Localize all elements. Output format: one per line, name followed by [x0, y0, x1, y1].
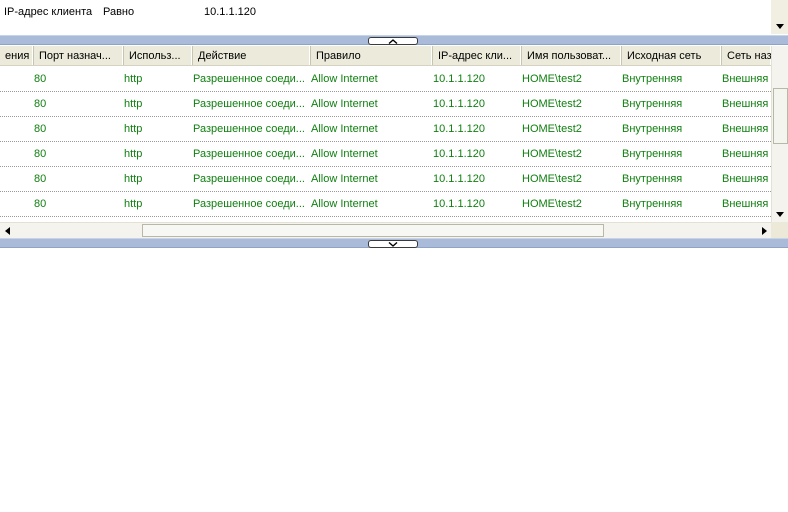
table-cell: 80 [34, 73, 47, 85]
table-cell: 10.1.1.120 [433, 73, 485, 85]
table-cell: HOME\test2 [522, 123, 582, 135]
table-cell: http [124, 123, 143, 135]
table-cell: Внешняя [722, 198, 769, 210]
column-header[interactable]: ения [0, 46, 34, 65]
table-cell: HOME\test2 [522, 98, 582, 110]
table-cell: Внутренняя [622, 173, 683, 185]
table-cell: http [124, 148, 143, 160]
table-cell: Внутренняя [622, 123, 683, 135]
column-header[interactable]: Правило [311, 46, 433, 65]
filter-scrollbar[interactable] [771, 0, 788, 34]
filter-panel: IP-адрес клиента Равно 10.1.1.120 [0, 0, 788, 34]
table-cell: Внутренняя [622, 98, 683, 110]
splitter-top[interactable] [0, 35, 788, 45]
table-row[interactable]: 80 http Разрешенное соеди... Allow Inter… [0, 117, 771, 142]
table-cell: HOME\test2 [522, 73, 582, 85]
column-header[interactable]: IP-адрес кли... [433, 46, 522, 65]
column-header[interactable]: Имя пользоват... [522, 46, 622, 65]
table-cell: 10.1.1.120 [433, 123, 485, 135]
table-cell: http [124, 98, 143, 110]
table-cell: 80 [34, 148, 47, 160]
table-row[interactable]: 80 http Разрешенное соеди... Allow Inter… [0, 142, 771, 167]
grid-header: ения Порт назнач... Использ... Действие … [0, 46, 771, 66]
scrollbar-corner [771, 222, 788, 238]
table-cell: Внутренняя [622, 148, 683, 160]
table-cell: Внешняя [722, 148, 769, 160]
table-cell: 80 [34, 98, 47, 110]
table-row[interactable]: 80 http Разрешенное соеди... Allow Inter… [0, 167, 771, 192]
table-cell: HOME\test2 [522, 148, 582, 160]
chevron-up-icon[interactable] [368, 37, 418, 45]
table-row[interactable]: 80 http Разрешенное соеди... Allow Inter… [0, 192, 771, 217]
arrow-right-icon[interactable] [757, 223, 771, 238]
column-header[interactable]: Исходная сеть [622, 46, 722, 65]
table-cell: 80 [34, 123, 47, 135]
table-cell: 80 [34, 198, 47, 210]
log-grid: ения Порт назнач... Использ... Действие … [0, 46, 788, 238]
arrow-left-icon[interactable] [0, 223, 14, 238]
table-cell: HOME\test2 [522, 198, 582, 210]
arrow-down-icon[interactable] [772, 206, 788, 222]
table-cell: Разрешенное соеди... [193, 173, 305, 185]
table-cell: Разрешенное соеди... [193, 148, 305, 160]
filter-condition[interactable]: Равно [103, 5, 134, 19]
grid-horizontal-scrollbar[interactable] [0, 222, 771, 238]
table-cell: Внешняя [722, 173, 769, 185]
table-cell: HOME\test2 [522, 173, 582, 185]
table-cell: http [124, 73, 143, 85]
arrow-down-icon[interactable] [771, 18, 788, 34]
table-cell: http [124, 173, 143, 185]
column-header[interactable]: Порт назнач... [34, 46, 124, 65]
table-row[interactable]: 80 http Разрешенное соеди... Allow Inter… [0, 67, 771, 92]
column-header[interactable]: Использ... [124, 46, 193, 65]
filter-field[interactable]: IP-адрес клиента [4, 5, 92, 19]
table-cell: Внешняя [722, 98, 769, 110]
table-cell: 10.1.1.120 [433, 173, 485, 185]
table-cell: Allow Internet [311, 198, 378, 210]
grid-rows: 80 http Разрешенное соеди... Allow Inter… [0, 67, 771, 217]
table-cell: Allow Internet [311, 148, 378, 160]
table-cell: Allow Internet [311, 173, 378, 185]
table-cell: 10.1.1.120 [433, 148, 485, 160]
column-header[interactable]: Действие [193, 46, 311, 65]
table-cell: 10.1.1.120 [433, 198, 485, 210]
table-row[interactable]: 80 http Разрешенное соеди... Allow Inter… [0, 92, 771, 117]
table-cell: Allow Internet [311, 123, 378, 135]
table-cell: Внешняя [722, 123, 769, 135]
chevron-down-icon[interactable] [368, 240, 418, 248]
table-cell: 80 [34, 173, 47, 185]
table-cell: Внутренняя [622, 73, 683, 85]
column-header[interactable]: Сеть наз [722, 46, 771, 65]
table-cell: 10.1.1.120 [433, 98, 485, 110]
table-cell: Allow Internet [311, 98, 378, 110]
table-cell: Allow Internet [311, 73, 378, 85]
horizontal-scroll-thumb[interactable] [142, 224, 604, 237]
table-cell: Разрешенное соеди... [193, 123, 305, 135]
splitter-bottom[interactable] [0, 238, 788, 248]
table-cell: Разрешенное соеди... [193, 198, 305, 210]
table-cell: Внутренняя [622, 198, 683, 210]
table-cell: Внешняя [722, 73, 769, 85]
vertical-scroll-thumb[interactable] [773, 88, 788, 144]
filter-value[interactable]: 10.1.1.120 [204, 5, 256, 19]
table-cell: Разрешенное соеди... [193, 73, 305, 85]
grid-vertical-scrollbar[interactable] [771, 46, 788, 222]
table-cell: Разрешенное соеди... [193, 98, 305, 110]
table-cell: http [124, 198, 143, 210]
